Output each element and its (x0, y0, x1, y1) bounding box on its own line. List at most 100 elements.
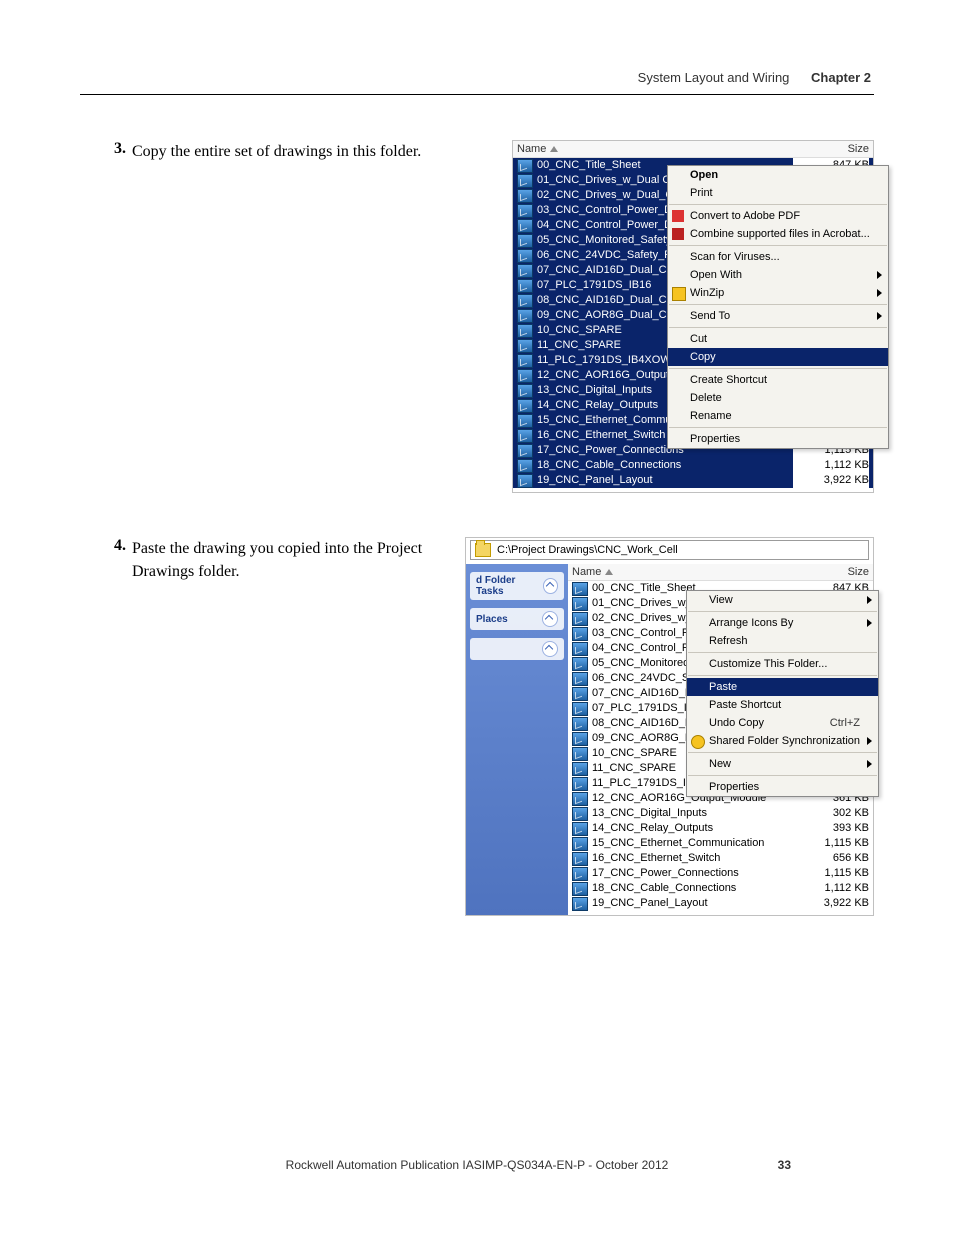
file-size: 1,115 KB (793, 836, 869, 851)
sort-arrow-icon (605, 569, 613, 575)
step-4-text: Paste the drawing you copied into the Pr… (132, 537, 442, 583)
drawing-file-icon (517, 279, 533, 293)
drawing-file-icon (572, 687, 588, 701)
menu-customize[interactable]: Customize This Folder... (687, 655, 878, 673)
drawing-file-icon (517, 219, 533, 233)
drawing-file-icon (517, 354, 533, 368)
menu-copy[interactable]: Copy (668, 348, 888, 366)
col-size[interactable]: Size (799, 143, 869, 155)
drawing-file-icon (517, 399, 533, 413)
drawing-file-icon (572, 702, 588, 716)
menu-convert-pdf[interactable]: Convert to Adobe PDF (668, 207, 888, 225)
menu-refresh[interactable]: Refresh (687, 632, 878, 650)
drawing-file-icon (572, 612, 588, 626)
col-name[interactable]: Name (572, 566, 799, 578)
context-menu-copy[interactable]: Open Print Convert to Adobe PDF Combine … (667, 165, 889, 449)
address-bar[interactable]: C:\Project Drawings\CNC_Work_Cell (470, 540, 869, 560)
file-name: 19_CNC_Panel_Layout (592, 896, 793, 911)
drawing-file-icon (517, 459, 533, 473)
menu-send-to[interactable]: Send To (668, 307, 888, 325)
menu-shared-sync[interactable]: Shared Folder Synchronization (687, 732, 878, 750)
file-name: 18_CNC_Cable_Connections (537, 458, 793, 473)
menu-properties[interactable]: Properties (687, 778, 878, 796)
drawing-file-icon (517, 339, 533, 353)
task-places[interactable]: Places (470, 608, 564, 630)
drawing-file-icon (572, 642, 588, 656)
drawing-file-icon (517, 174, 533, 188)
menu-arrange[interactable]: Arrange Icons By (687, 614, 878, 632)
menu-rename[interactable]: Rename (668, 407, 888, 425)
chevron-icon (542, 641, 558, 657)
chevron-icon (542, 611, 558, 627)
drawing-file-icon (517, 324, 533, 338)
menu-create-shortcut[interactable]: Create Shortcut (668, 371, 888, 389)
file-size: 1,115 KB (793, 866, 869, 881)
drawing-file-icon (517, 309, 533, 323)
file-name: 15_CNC_Ethernet_Communication (592, 836, 793, 851)
menu-paste-shortcut[interactable]: Paste Shortcut (687, 696, 878, 714)
table-row[interactable]: 19_CNC_Panel_Layout3,922 KB (513, 473, 873, 488)
column-headers: Name Size (513, 141, 873, 158)
file-name: 17_CNC_Power_Connections (592, 866, 793, 881)
page-footer: Rockwell Automation Publication IASIMP-Q… (80, 1158, 874, 1172)
file-name: 14_CNC_Relay_Outputs (592, 821, 793, 836)
drawing-file-icon (572, 597, 588, 611)
menu-combine-acrobat[interactable]: Combine supported files in Acrobat... (668, 225, 888, 243)
drawing-file-icon (572, 867, 588, 881)
menu-cut[interactable]: Cut (668, 330, 888, 348)
drawing-file-icon (517, 294, 533, 308)
table-row[interactable]: 18_CNC_Cable_Connections1,112 KB (513, 458, 873, 473)
chapter-label: Chapter 2 (811, 70, 871, 85)
menu-scan-viruses[interactable]: Scan for Viruses... (668, 248, 888, 266)
menu-undo-copy[interactable]: Undo Copy Ctrl+Z (687, 714, 878, 732)
drawing-file-icon (572, 897, 588, 911)
table-row[interactable]: 16_CNC_Ethernet_Switch656 KB (568, 851, 873, 866)
table-row[interactable]: 14_CNC_Relay_Outputs393 KB (568, 821, 873, 836)
drawing-file-icon (572, 837, 588, 851)
context-menu-paste[interactable]: View Arrange Icons By Refresh Customize … (686, 590, 879, 797)
drawing-file-icon (572, 732, 588, 746)
task-folder[interactable]: d Folder Tasks (470, 572, 564, 600)
menu-paste[interactable]: Paste (687, 678, 878, 696)
drawing-file-icon (572, 777, 588, 791)
table-row[interactable]: 18_CNC_Cable_Connections1,112 KB (568, 881, 873, 896)
menu-open-with[interactable]: Open With (668, 266, 888, 284)
menu-winzip[interactable]: WinZip (668, 284, 888, 302)
step-3-text: Copy the entire set of drawings in this … (132, 140, 497, 163)
undo-shortcut: Ctrl+Z (810, 717, 860, 729)
col-name[interactable]: Name (517, 143, 799, 155)
figure-paste-explorer: C:\Project Drawings\CNC_Work_Cell d Fold… (465, 537, 874, 916)
address-path: C:\Project Drawings\CNC_Work_Cell (497, 544, 678, 556)
drawing-file-icon (517, 249, 533, 263)
file-size: 1,112 KB (793, 458, 869, 473)
menu-print[interactable]: Print (668, 184, 888, 202)
table-row[interactable]: 17_CNC_Power_Connections1,115 KB (568, 866, 873, 881)
drawing-file-icon (572, 807, 588, 821)
menu-open[interactable]: Open (668, 166, 888, 184)
menu-delete[interactable]: Delete (668, 389, 888, 407)
menu-properties[interactable]: Properties (668, 430, 888, 448)
drawing-file-icon (517, 264, 533, 278)
file-size: 1,112 KB (793, 881, 869, 896)
file-size: 393 KB (793, 821, 869, 836)
menu-view[interactable]: View (687, 591, 878, 609)
file-name: 13_CNC_Digital_Inputs (592, 806, 793, 821)
table-row[interactable]: 19_CNC_Panel_Layout3,922 KB (568, 896, 873, 911)
table-row[interactable]: 13_CNC_Digital_Inputs302 KB (568, 806, 873, 821)
table-row[interactable]: 15_CNC_Ethernet_Communication1,115 KB (568, 836, 873, 851)
col-size[interactable]: Size (799, 566, 869, 578)
running-header: System Layout and Wiring Chapter 2 (638, 70, 871, 85)
drawing-file-icon (517, 384, 533, 398)
header-rule (80, 94, 874, 95)
drawing-file-icon (517, 414, 533, 428)
menu-new[interactable]: New (687, 755, 878, 773)
drawing-file-icon (517, 204, 533, 218)
task-blank[interactable] (470, 638, 564, 660)
drawing-file-icon (517, 429, 533, 443)
pdf-icon (672, 210, 684, 222)
drawing-file-icon (572, 747, 588, 761)
file-size: 3,922 KB (793, 473, 869, 488)
section-name: System Layout and Wiring (638, 70, 790, 85)
column-headers: Name Size (568, 564, 873, 581)
file-size: 302 KB (793, 806, 869, 821)
